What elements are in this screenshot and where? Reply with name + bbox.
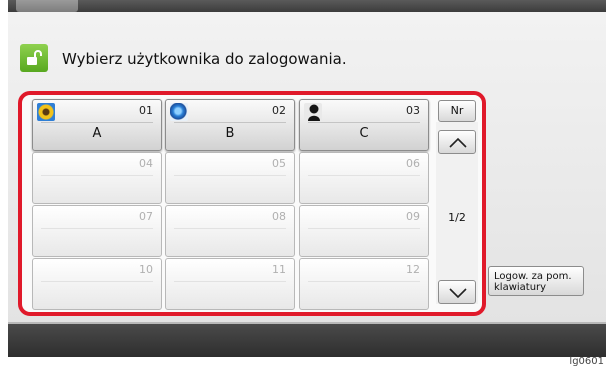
scroll-down-button[interactable]	[438, 280, 476, 304]
sunflower-avatar-icon	[37, 103, 55, 121]
user-name: B	[225, 126, 235, 141]
user-button-06[interactable]: 06	[299, 152, 429, 204]
user-button-11[interactable]: 11	[165, 258, 295, 310]
user-button-07[interactable]: 07	[32, 205, 162, 257]
chevron-down-icon	[449, 288, 467, 299]
user-button-04[interactable]: 04	[32, 152, 162, 204]
header: Wybierz użytkownika do zalogowania.	[8, 44, 606, 80]
user-number: 10	[139, 263, 153, 276]
user-name: C	[359, 126, 369, 141]
user-number: 06	[406, 157, 420, 170]
top-tab-indicator	[16, 0, 78, 12]
user-button-02[interactable]: 02 B	[165, 99, 295, 151]
user-name: A	[92, 126, 102, 141]
chevron-up-icon	[449, 137, 467, 148]
user-button-10[interactable]: 10	[32, 258, 162, 310]
user-button-12[interactable]: 12	[299, 258, 429, 310]
user-number: 04	[139, 157, 153, 170]
scroll-up-button[interactable]	[438, 130, 476, 154]
sort-by-number-button[interactable]: Nr	[438, 100, 476, 122]
unlock-icon	[20, 44, 48, 72]
keyboard-login-label-line2: klawiatury	[494, 282, 547, 293]
user-number: 01	[139, 104, 153, 117]
user-number: 09	[406, 210, 420, 223]
user-number: 12	[406, 263, 420, 276]
user-number: 05	[272, 157, 286, 170]
user-number: 08	[272, 210, 286, 223]
page-title: Wybierz użytkownika do zalogowania.	[62, 50, 347, 68]
user-number: 11	[272, 263, 286, 276]
figure-id: lg0601	[569, 356, 604, 367]
user-button-03[interactable]: 03 C	[299, 99, 429, 151]
silhouette-avatar-icon	[304, 103, 322, 121]
user-button-05[interactable]: 05	[165, 152, 295, 204]
user-button-09[interactable]: 09	[299, 205, 429, 257]
globe-avatar-icon	[170, 103, 188, 121]
user-number: 02	[272, 104, 286, 117]
top-status-bar	[8, 0, 606, 12]
keyboard-login-button[interactable]: Logow. za pom. klawiatury	[488, 266, 584, 296]
user-number: 07	[139, 210, 153, 223]
page-indicator: 1/2	[448, 211, 466, 224]
keyboard-login-label-line1: Logow. za pom.	[494, 271, 572, 282]
user-button-01[interactable]: 01 A	[32, 99, 162, 151]
bottom-bar	[8, 324, 606, 357]
user-number: 03	[406, 104, 420, 117]
user-button-08[interactable]: 08	[165, 205, 295, 257]
